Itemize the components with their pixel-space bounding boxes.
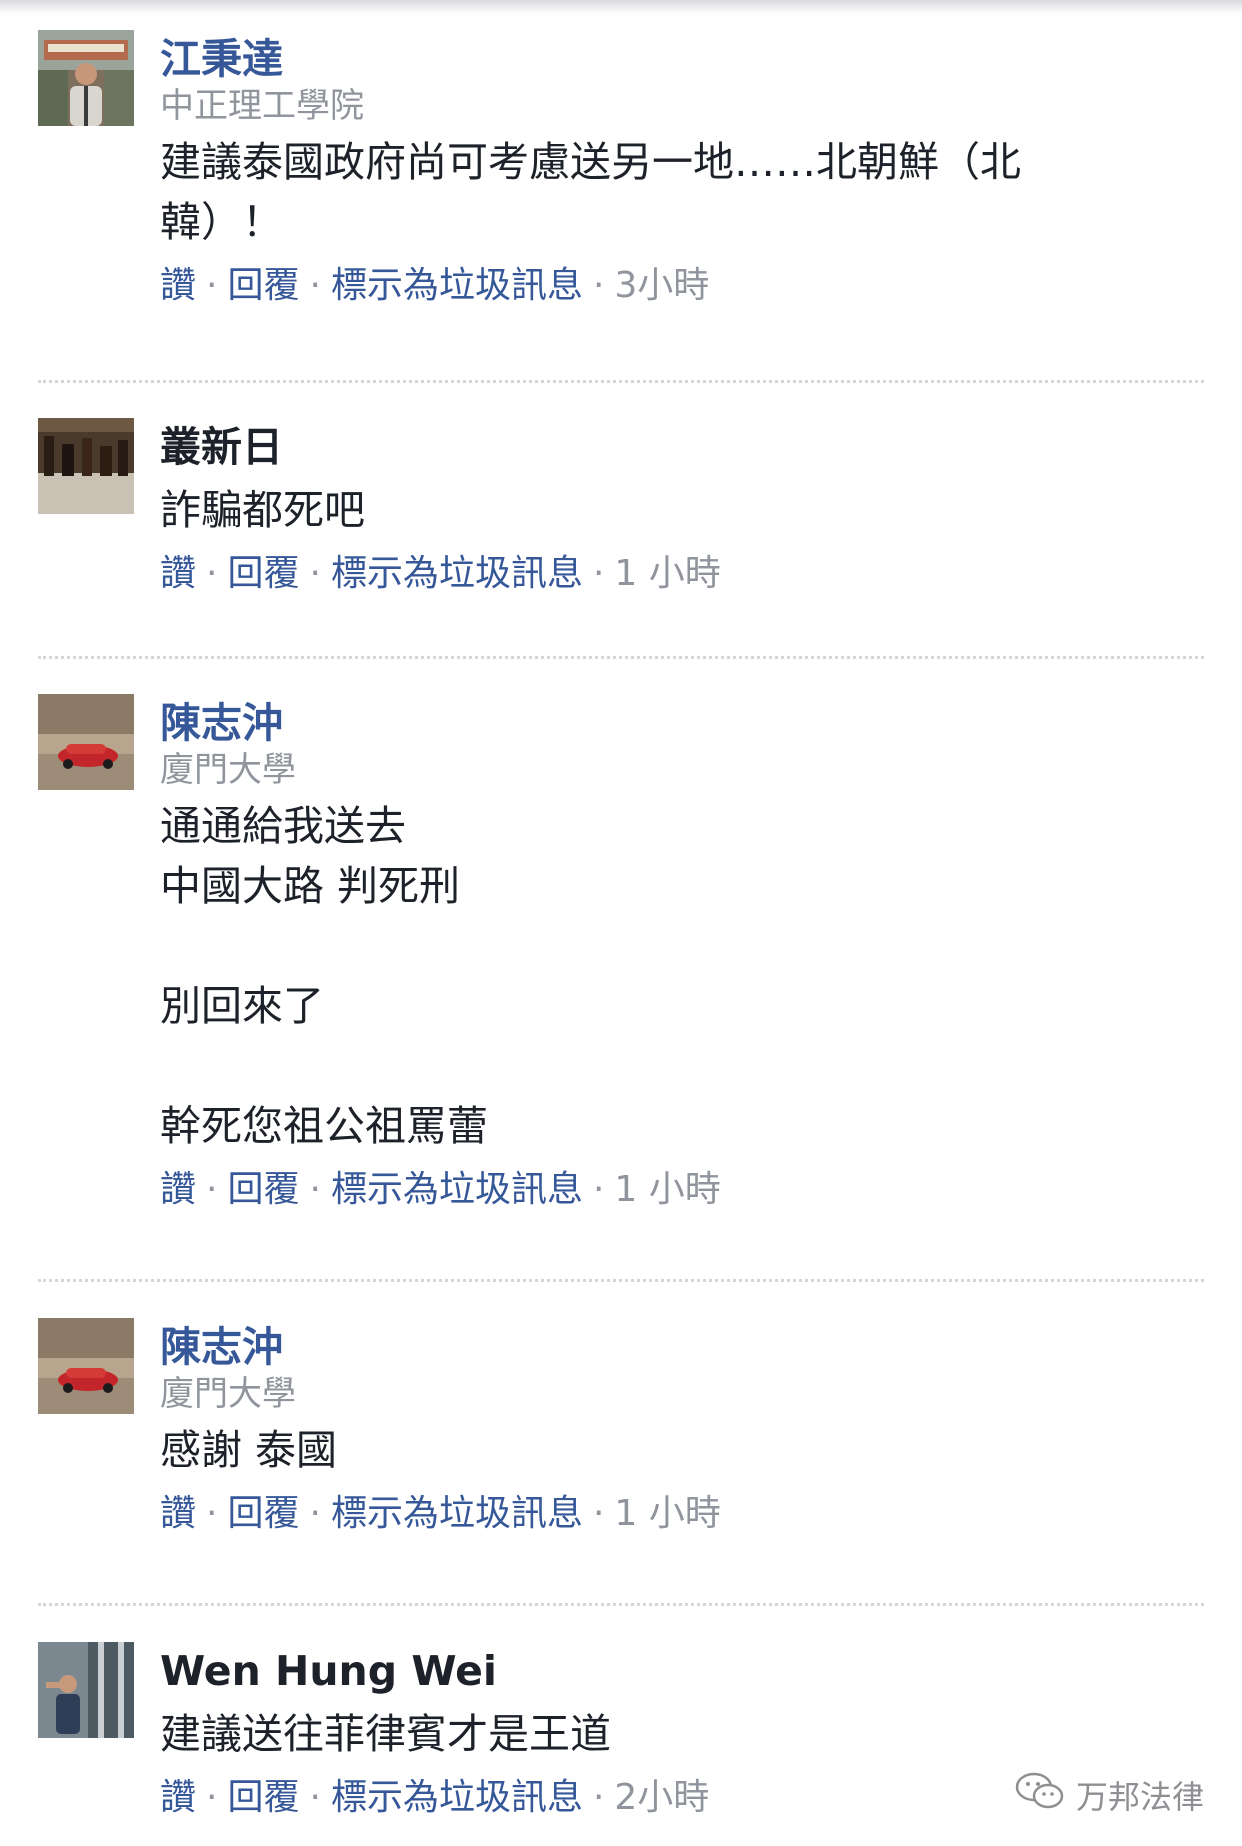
separator-dot: ·: [206, 265, 218, 306]
separator-dot: ·: [592, 1777, 605, 1818]
comment-text: 建議送往菲律賓才是王道: [160, 1710, 611, 1758]
separator-dot: ·: [592, 1169, 605, 1210]
wechat-icon: [1014, 1771, 1066, 1819]
timestamp[interactable]: 1 小時: [614, 1169, 720, 1210]
avatar[interactable]: [38, 418, 134, 514]
author-affiliation: 廈門大學: [160, 1374, 296, 1414]
watermark: 万邦法律: [1014, 1770, 1204, 1820]
separator-dot: ·: [206, 1169, 218, 1210]
timestamp[interactable]: 1 小時: [614, 1493, 720, 1534]
top-shadow: [0, 0, 1242, 14]
author-name[interactable]: 陳志沖: [160, 1318, 1202, 1376]
like-link[interactable]: 讚: [160, 265, 196, 306]
divider: [38, 380, 1204, 383]
reply-link[interactable]: 回覆: [227, 1777, 299, 1818]
divider: [38, 1279, 1204, 1282]
author-name[interactable]: Wen Hung Wei: [160, 1642, 1202, 1700]
timestamp[interactable]: 1 小時: [614, 553, 720, 594]
separator-dot: ·: [206, 553, 218, 594]
author-name[interactable]: 叢新日: [160, 418, 1202, 476]
reply-link[interactable]: 回覆: [227, 265, 299, 306]
comment-actions: 讚 · 回覆 · 標示為垃圾訊息 · 1 小時: [160, 548, 1202, 600]
like-link[interactable]: 讚: [160, 1493, 196, 1534]
separator-dot: ·: [309, 265, 321, 306]
timestamp[interactable]: 3小時: [614, 265, 709, 306]
reply-link[interactable]: 回覆: [227, 1169, 299, 1210]
separator-dot: ·: [206, 1493, 218, 1534]
separator-dot: ·: [309, 1493, 321, 1534]
separator-dot: ·: [309, 1169, 321, 1210]
separator-dot: ·: [309, 1777, 321, 1818]
comment-actions: 讚 · 回覆 · 標示為垃圾訊息 · 1 小時: [160, 1164, 1202, 1216]
author-affiliation: 廈門大學: [160, 750, 296, 790]
separator-dot: ·: [592, 265, 605, 306]
like-link[interactable]: 讚: [160, 553, 196, 594]
mark-spam-link[interactable]: 標示為垃圾訊息: [331, 1169, 583, 1210]
comment-text: 建議泰國政府尚可考慮送另一地……北朝鮮（北 韓）！: [160, 138, 1021, 246]
author-affiliation: 中正理工學院: [160, 86, 364, 126]
divider: [38, 1603, 1204, 1606]
comment-actions: 讚 · 回覆 · 標示為垃圾訊息 · 3小時: [160, 260, 1202, 312]
mark-spam-link[interactable]: 標示為垃圾訊息: [331, 553, 583, 594]
separator-dot: ·: [206, 1777, 218, 1818]
separator-dot: ·: [592, 1493, 605, 1534]
mark-spam-link[interactable]: 標示為垃圾訊息: [331, 1777, 583, 1818]
reply-link[interactable]: 回覆: [227, 1493, 299, 1534]
author-name[interactable]: 陳志沖: [160, 694, 1202, 752]
timestamp[interactable]: 2小時: [614, 1777, 709, 1818]
comment-text: 通通給我送去 中國大路 判死刑 別回來了 幹死您祖公祖罵蕾: [160, 802, 488, 1150]
like-link[interactable]: 讚: [160, 1777, 196, 1818]
avatar[interactable]: [38, 694, 134, 790]
mark-spam-link[interactable]: 標示為垃圾訊息: [331, 265, 583, 306]
like-link[interactable]: 讚: [160, 1169, 196, 1210]
avatar[interactable]: [38, 1318, 134, 1414]
separator-dot: ·: [592, 553, 605, 594]
avatar[interactable]: [38, 30, 134, 126]
comment-text: 感謝 泰國: [160, 1426, 338, 1474]
reply-link[interactable]: 回覆: [227, 553, 299, 594]
divider: [38, 656, 1204, 659]
comment-actions: 讚 · 回覆 · 標示為垃圾訊息 · 1 小時: [160, 1488, 1202, 1540]
watermark-text: 万邦法律: [1075, 1778, 1204, 1816]
mark-spam-link[interactable]: 標示為垃圾訊息: [331, 1493, 583, 1534]
comment-text: 詐騙都死吧: [160, 486, 365, 534]
separator-dot: ·: [309, 553, 321, 594]
author-name[interactable]: 江秉達: [160, 30, 1202, 88]
avatar[interactable]: [38, 1642, 134, 1738]
